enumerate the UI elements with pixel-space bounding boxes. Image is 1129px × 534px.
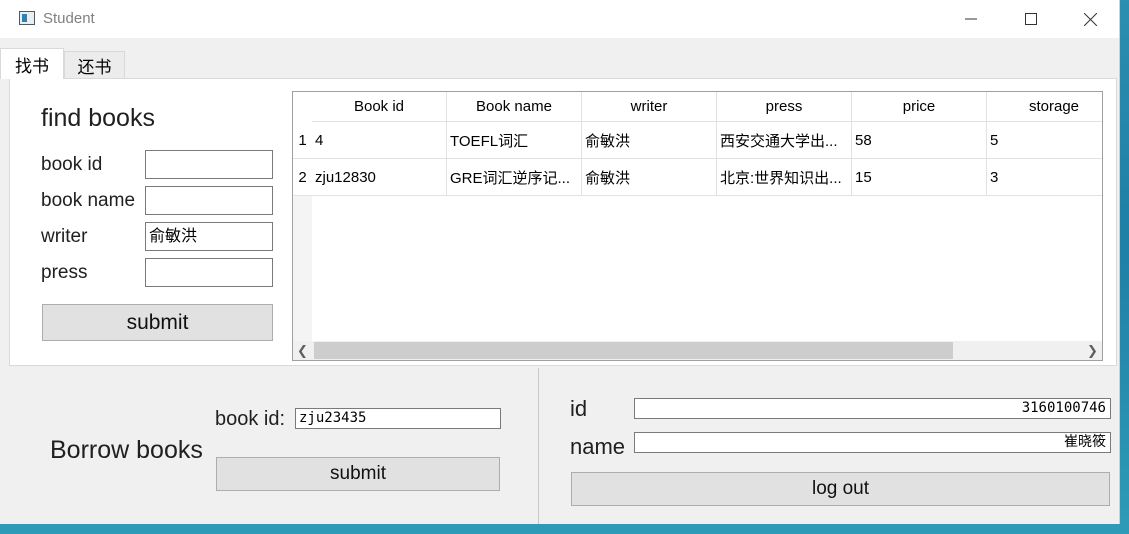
table-cell[interactable]: 58 xyxy=(852,122,987,159)
press-label: press xyxy=(41,262,88,283)
writer-input[interactable]: 俞敏洪 xyxy=(145,222,273,251)
logout-button[interactable]: log out xyxy=(571,472,1110,506)
find-books-heading: find books xyxy=(41,104,155,132)
find-books-pane: find books book id book name writer 俞敏洪 … xyxy=(9,78,1117,366)
maximize-icon xyxy=(1025,13,1037,25)
borrow-book-id-label: book id: xyxy=(215,408,286,430)
table-corner xyxy=(293,92,312,122)
scrollbar-thumb[interactable] xyxy=(314,342,953,359)
book-name-input[interactable] xyxy=(145,186,273,215)
table-cell[interactable]: 西安交通大学出... xyxy=(717,122,852,159)
writer-label: writer xyxy=(41,226,88,247)
column-header-press[interactable]: press xyxy=(717,92,852,122)
table-cell[interactable]: 俞敏洪 xyxy=(582,159,717,196)
column-header-price[interactable]: price xyxy=(852,92,987,122)
scroll-left-icon[interactable]: ❮ xyxy=(293,341,312,360)
user-id-label: id xyxy=(570,396,588,421)
minimize-button[interactable] xyxy=(942,0,1000,38)
book-name-label: book name xyxy=(41,190,136,211)
table-cell[interactable]: TOEFL词汇 xyxy=(447,122,582,159)
app-icon xyxy=(19,11,35,25)
book-id-label: book id xyxy=(41,154,103,175)
horizontal-scrollbar[interactable]: ❮ ❯ xyxy=(293,341,1102,360)
close-button[interactable] xyxy=(1061,0,1119,38)
maximize-button[interactable] xyxy=(1002,0,1060,38)
section-divider xyxy=(538,368,539,524)
column-header-book-name[interactable]: Book name xyxy=(447,92,582,122)
column-header-writer[interactable]: writer xyxy=(582,92,717,122)
table-cell[interactable]: zju12830 xyxy=(312,159,447,196)
books-table[interactable]: Book id Book name writer press price sto… xyxy=(292,91,1103,361)
borrow-books-heading: Borrow books xyxy=(50,436,203,464)
borrow-book-id-input[interactable]: zju23435 xyxy=(295,408,501,429)
row-header[interactable]: 1 xyxy=(293,122,312,159)
table-cell[interactable]: 俞敏洪 xyxy=(582,122,717,159)
row-header[interactable]: 2 xyxy=(293,159,312,196)
row-header-area xyxy=(293,196,312,341)
tab-find-books[interactable]: 找书 xyxy=(0,48,64,79)
book-id-input[interactable] xyxy=(145,150,273,179)
user-name-field[interactable]: 崔晓筱 xyxy=(634,432,1111,453)
borrow-submit-button[interactable]: submit xyxy=(216,457,500,491)
table-cell[interactable]: 15 xyxy=(852,159,987,196)
press-input[interactable] xyxy=(145,258,273,287)
column-header-book-id[interactable]: Book id xyxy=(312,92,447,122)
tab-return-books[interactable]: 还书 xyxy=(64,51,125,78)
window-title: Student xyxy=(43,10,95,27)
minimize-icon xyxy=(965,18,977,20)
scroll-right-icon[interactable]: ❯ xyxy=(1083,341,1102,360)
user-name-label: name xyxy=(570,434,626,459)
user-id-field[interactable]: 3160100746 xyxy=(634,398,1111,419)
column-header-storage[interactable]: storage xyxy=(987,92,1102,122)
table-cell[interactable]: 3 xyxy=(987,159,1102,196)
table-cell[interactable]: GRE词汇逆序记... xyxy=(447,159,582,196)
student-window: Student 找书 还书 find books book id book na… xyxy=(0,0,1120,524)
table-cell[interactable]: 4 xyxy=(312,122,447,159)
table-cell[interactable]: 北京:世界知识出... xyxy=(717,159,852,196)
table-cell[interactable]: 5 xyxy=(987,122,1102,159)
close-icon xyxy=(1083,12,1097,26)
find-submit-button[interactable]: submit xyxy=(42,304,273,341)
title-bar: Student xyxy=(0,0,1119,38)
